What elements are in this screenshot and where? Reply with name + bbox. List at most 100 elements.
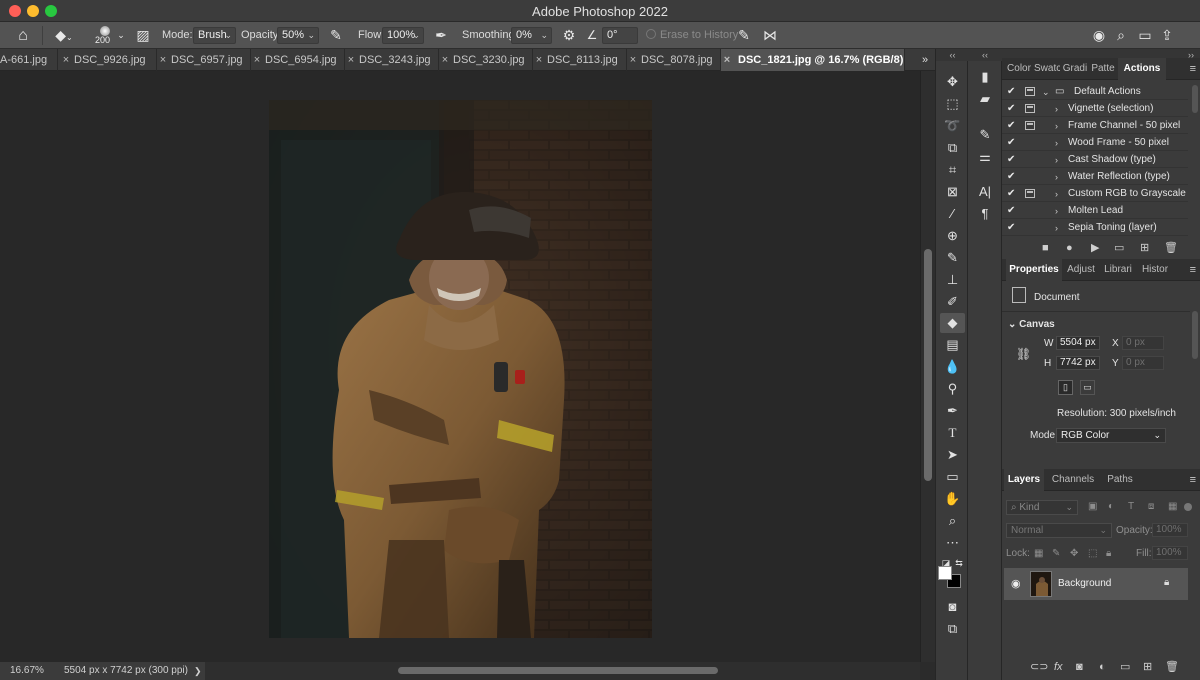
chevron-right-icon[interactable]: › bbox=[1055, 186, 1058, 202]
home-icon[interactable]: ⌂ bbox=[8, 22, 38, 49]
layer-row-background[interactable]: ◉ Background 🔒︎ bbox=[1004, 568, 1188, 600]
check-icon[interactable]: ✔ bbox=[1007, 135, 1015, 151]
chevron-right-icon[interactable]: › bbox=[1055, 220, 1058, 236]
lock-artboard-icon[interactable]: ⬚ bbox=[1088, 548, 1097, 559]
brush-settings-icon[interactable]: ▨ bbox=[134, 22, 152, 49]
panel-menu-icon[interactable]: ≡ bbox=[1190, 58, 1196, 80]
airbrush-icon[interactable]: ✒ bbox=[431, 22, 451, 49]
lock-all-icon[interactable]: 🔒︎ bbox=[1106, 548, 1111, 559]
tab-swatches[interactable]: Swatc bbox=[1034, 58, 1060, 80]
link-layers-icon[interactable]: ⊂⊃ bbox=[1030, 656, 1048, 678]
tab-actions[interactable]: Actions bbox=[1118, 58, 1166, 80]
lock-transparency-icon[interactable]: ▦ bbox=[1034, 548, 1043, 559]
filter-adjustment-icon[interactable]: ◐ bbox=[1108, 501, 1114, 512]
tab-dsc-9926[interactable]: × DSC_9926.jpg bbox=[60, 49, 157, 71]
gear-icon[interactable]: ⚙ bbox=[560, 22, 578, 49]
mode-select[interactable]: Brush ⌄ bbox=[193, 27, 236, 44]
dodge-tool-icon[interactable]: ⚲ bbox=[940, 379, 965, 399]
check-icon[interactable]: ✔ bbox=[1007, 101, 1015, 117]
character-icon[interactable]: A| bbox=[974, 182, 996, 202]
quick-mask-icon[interactable]: ◙ bbox=[940, 597, 965, 617]
action-item[interactable]: ✔ › Custom RGB to Grayscale bbox=[1002, 186, 1188, 202]
trash-icon[interactable]: 🗑 bbox=[1164, 237, 1178, 259]
check-icon[interactable]: ✔ bbox=[1007, 118, 1015, 134]
stop-icon[interactable]: ■ bbox=[1042, 237, 1049, 259]
eraser-tool-icon[interactable]: ◆ bbox=[940, 313, 965, 333]
more-tabs-button[interactable]: » bbox=[916, 49, 934, 71]
check-icon[interactable]: ✔ bbox=[1007, 169, 1015, 185]
close-icon[interactable]: × bbox=[533, 49, 545, 71]
search-icon[interactable]: ⌕ bbox=[1112, 22, 1130, 49]
check-icon[interactable]: ✔ bbox=[1007, 203, 1015, 219]
blur-tool-icon[interactable]: 💧 bbox=[940, 357, 965, 377]
action-set-default[interactable]: ✔ ⌄ ▭ Default Actions bbox=[1002, 84, 1188, 100]
y-field[interactable]: 0 px bbox=[1122, 356, 1164, 370]
scroll-thumb[interactable] bbox=[398, 667, 718, 674]
eyedropper-tool-icon[interactable]: ⁄ bbox=[940, 204, 965, 224]
chevron-down-icon[interactable]: ⌄ bbox=[1042, 84, 1050, 100]
object-selection-tool-icon[interactable]: ⧉ bbox=[940, 138, 965, 158]
tab-libraries[interactable]: Librari bbox=[1101, 259, 1135, 281]
pen-tool-icon[interactable]: ✒ bbox=[940, 401, 965, 421]
tab-color[interactable]: Color bbox=[1006, 58, 1032, 80]
lasso-tool-icon[interactable]: ➰ bbox=[940, 116, 965, 136]
collapse-dock-icon[interactable]: ‹‹ bbox=[968, 49, 1002, 61]
tab-channels[interactable]: Channels bbox=[1048, 469, 1098, 491]
clone-stamp-tool-icon[interactable]: ⊥ bbox=[940, 270, 965, 290]
brushes-icon[interactable]: ✎ bbox=[974, 125, 996, 145]
close-icon[interactable]: × bbox=[60, 49, 72, 71]
filter-pixel-icon[interactable]: ▣ bbox=[1088, 501, 1097, 512]
foreground-color-swatch[interactable] bbox=[938, 566, 952, 580]
fx-icon[interactable]: fx bbox=[1054, 656, 1063, 678]
tab-dsc-6957[interactable]: × DSC_6957.jpg bbox=[157, 49, 251, 71]
filter-smart-object-icon[interactable]: ▦ bbox=[1168, 501, 1177, 512]
check-icon[interactable]: ✔ bbox=[1007, 186, 1015, 202]
workspace-icon[interactable]: ▭ bbox=[1136, 22, 1154, 49]
tab-patterns[interactable]: Patte bbox=[1090, 58, 1116, 80]
new-adjustment-layer-icon[interactable]: ◐ bbox=[1099, 656, 1106, 678]
tab-paths[interactable]: Paths bbox=[1102, 469, 1138, 491]
layer-filter-select[interactable]: ⌕ Kind ⌄ bbox=[1006, 500, 1078, 515]
dialog-toggle-icon[interactable] bbox=[1025, 87, 1035, 96]
adjustments-icon[interactable]: ⚌ bbox=[974, 147, 996, 167]
hand-tool-icon[interactable]: ✋ bbox=[940, 489, 965, 509]
action-item[interactable]: ✔ › Water Reflection (type) bbox=[1002, 169, 1188, 185]
tab-gradients[interactable]: Gradi bbox=[1062, 58, 1088, 80]
action-item[interactable]: ✔ › Molten Lead bbox=[1002, 203, 1188, 219]
check-icon[interactable]: ✔ bbox=[1007, 84, 1015, 100]
panel-menu-icon[interactable]: ≡ bbox=[1190, 469, 1196, 491]
check-icon[interactable]: ✔ bbox=[1007, 220, 1015, 236]
portrait-orientation-icon[interactable]: ▯ bbox=[1058, 380, 1073, 395]
actions-scrollbar[interactable] bbox=[1192, 85, 1198, 113]
check-icon[interactable]: ✔ bbox=[1007, 152, 1015, 168]
screen-mode-icon[interactable]: ⧉ bbox=[940, 619, 965, 639]
chevron-right-icon[interactable]: › bbox=[1055, 135, 1058, 151]
chevron-down-icon[interactable]: ⌄ bbox=[116, 22, 126, 49]
lock-position-icon[interactable]: ✥ bbox=[1070, 548, 1078, 559]
close-icon[interactable]: × bbox=[721, 49, 733, 71]
tab-a-661[interactable]: A-661.jpg bbox=[0, 49, 58, 71]
brush-tool-icon[interactable]: ✎ bbox=[940, 248, 965, 268]
x-field[interactable]: 0 px bbox=[1122, 336, 1164, 350]
tab-history[interactable]: Histor bbox=[1138, 259, 1172, 281]
chevron-right-icon[interactable]: › bbox=[1055, 101, 1058, 117]
chevron-right-icon[interactable]: › bbox=[1055, 152, 1058, 168]
pressure-opacity-icon[interactable]: ✎ bbox=[326, 22, 346, 49]
tab-dsc-1821-active[interactable]: × DSC_1821.jpg @ 16.7% (RGB/8) * bbox=[721, 49, 905, 71]
play-icon[interactable]: ▶ bbox=[1091, 237, 1099, 259]
horizontal-scrollbar[interactable] bbox=[205, 662, 920, 680]
share-icon[interactable]: ⇪ bbox=[1158, 22, 1176, 49]
swap-colors-icon[interactable]: ⇆ bbox=[953, 553, 965, 573]
landscape-orientation-icon[interactable]: ▭ bbox=[1080, 380, 1095, 395]
chevron-right-icon[interactable]: › bbox=[1055, 118, 1058, 134]
brush-preset-picker[interactable]: 200 bbox=[92, 22, 118, 49]
filter-shape-icon[interactable]: ⧈ bbox=[1148, 501, 1154, 512]
link-icon[interactable]: ⛓ bbox=[1016, 347, 1031, 361]
blend-mode-select[interactable]: Normal ⌄ bbox=[1006, 523, 1112, 538]
action-item[interactable]: ✔ › Cast Shadow (type) bbox=[1002, 152, 1188, 168]
properties-scrollbar[interactable] bbox=[1192, 311, 1198, 359]
dialog-toggle-icon[interactable] bbox=[1025, 121, 1035, 130]
trash-icon[interactable]: 🗑 bbox=[1165, 656, 1179, 678]
tab-adjustments[interactable]: Adjust bbox=[1064, 259, 1098, 281]
tab-dsc-3230[interactable]: × DSC_3230.jpg bbox=[439, 49, 533, 71]
